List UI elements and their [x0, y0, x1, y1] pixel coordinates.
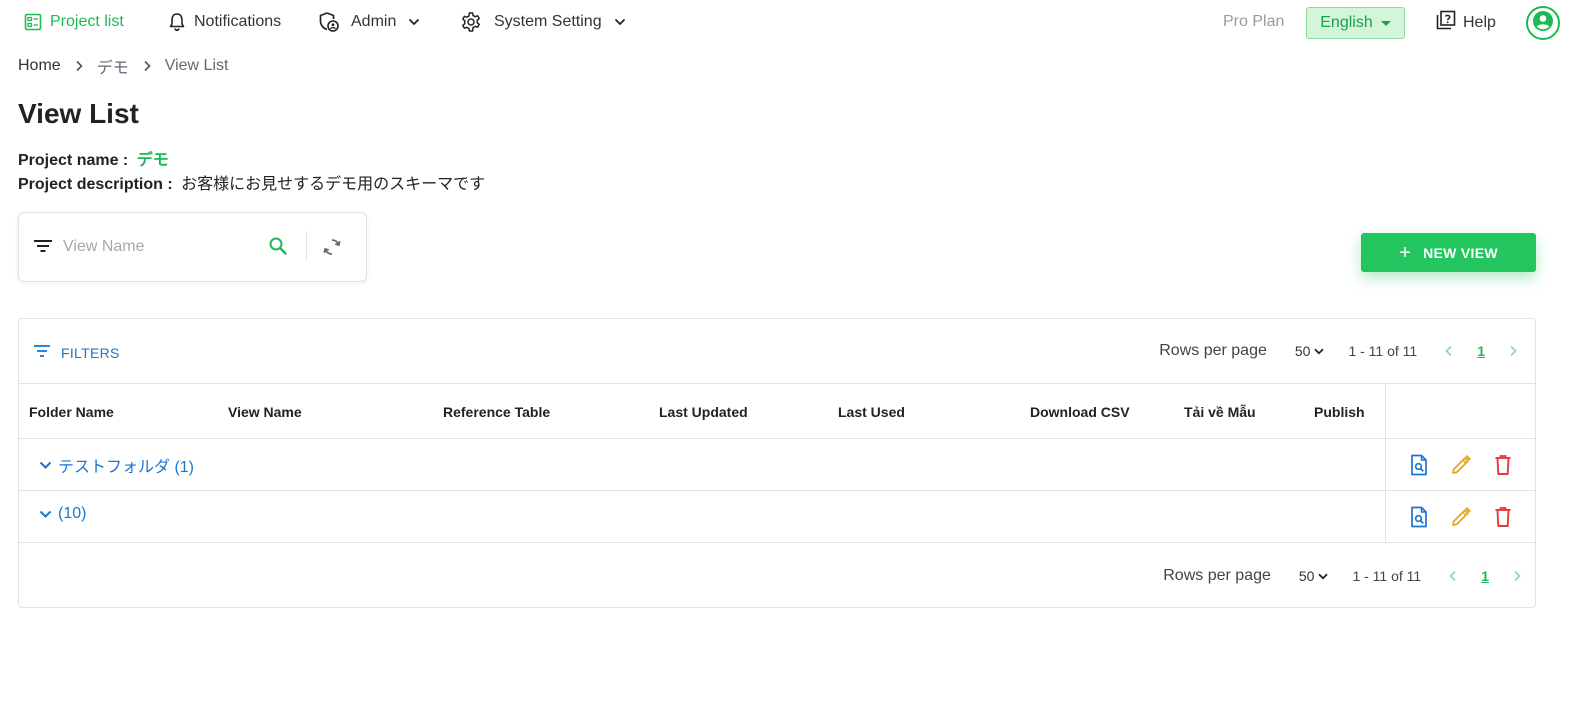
prev-page-icon[interactable] — [1445, 345, 1453, 357]
filter-icon — [33, 344, 51, 361]
pagination-top: Rows per page 50 1 - 11 of 11 1 — [1159, 339, 1517, 363]
edit-icon[interactable] — [1449, 453, 1473, 477]
plan-badge: Pro Plan — [1223, 13, 1285, 30]
nav-notifications[interactable]: Notifications — [168, 10, 281, 34]
prev-page-icon[interactable] — [1449, 570, 1457, 582]
column-header[interactable]: Download CSV — [1030, 404, 1130, 420]
folder-toggle[interactable]: テストフォルダ (1) — [39, 453, 194, 477]
chevron-down-icon — [39, 461, 52, 469]
project-list-icon — [24, 13, 42, 31]
breadcrumb: Home デモ View List — [18, 54, 229, 78]
nav-project-list-label: Project list — [50, 13, 124, 30]
project-name-line: Project name : デモ — [18, 146, 169, 170]
filters-label: FILTERS — [61, 344, 120, 361]
filter-icon — [33, 238, 53, 259]
nav-notifications-label: Notifications — [194, 13, 282, 30]
chevron-down-icon — [1318, 573, 1329, 579]
top-navigation: Project list Notifications Admin System … — [0, 0, 1574, 44]
column-header[interactable]: Reference Table — [443, 404, 550, 420]
filters-button[interactable]: FILTERS — [33, 344, 120, 361]
column-header[interactable]: Folder Name — [29, 404, 114, 420]
breadcrumb-project[interactable]: デモ — [97, 54, 129, 78]
account-circle-icon — [1532, 10, 1554, 37]
nav-project-list[interactable]: Project list — [24, 10, 124, 34]
next-page-icon[interactable] — [1513, 570, 1521, 582]
chevron-right-icon — [143, 60, 151, 72]
rows-per-page-label: Rows per page — [1163, 567, 1271, 584]
page-title: View List — [18, 98, 139, 129]
rows-per-page-value: 50 — [1294, 343, 1311, 359]
views-table-card: FILTERS Rows per page 50 1 - 11 of 11 1 … — [18, 318, 1536, 608]
project-description-label: Project description : — [18, 176, 173, 193]
page-number[interactable]: 1 — [1477, 343, 1485, 359]
new-view-label: NEW VIEW — [1423, 244, 1498, 261]
folder-name: テストフォルダ (1) — [58, 459, 195, 476]
chevron-down-icon — [614, 18, 626, 26]
project-description-line: Project description : お客様にお見せするデモ用のスキーマで… — [18, 170, 485, 194]
plus-icon: + — [1399, 241, 1412, 264]
breadcrumb-home[interactable]: Home — [18, 57, 61, 75]
help-link[interactable]: Help — [1436, 10, 1496, 35]
page-number[interactable]: 1 — [1481, 568, 1489, 584]
table-row: テストフォルダ (1) — [19, 439, 1535, 491]
folder-toggle[interactable]: (10) — [39, 505, 86, 523]
delete-icon[interactable] — [1491, 453, 1515, 477]
nav-system-setting-label: System Setting — [494, 13, 602, 30]
search-icon[interactable] — [268, 236, 288, 261]
view-icon[interactable] — [1407, 505, 1431, 529]
pagination-range: 1 - 11 of 11 — [1348, 343, 1418, 359]
language-select[interactable]: English — [1306, 7, 1405, 39]
help-label: Help — [1463, 13, 1496, 31]
project-name-value: デモ — [136, 152, 169, 169]
view-icon[interactable] — [1407, 453, 1431, 477]
column-header[interactable]: Tải về Mẫu — [1184, 404, 1256, 420]
chevron-down-icon — [1314, 348, 1325, 354]
chevron-down-icon — [408, 18, 420, 26]
caret-down-icon — [1380, 20, 1391, 26]
chevron-down-icon — [39, 510, 52, 518]
new-view-button[interactable]: + NEW VIEW — [1361, 233, 1536, 272]
admin-shield-icon — [318, 11, 340, 33]
pagination-range: 1 - 11 of 11 — [1352, 568, 1422, 584]
search-divider — [306, 231, 307, 261]
next-page-icon[interactable] — [1509, 345, 1517, 357]
breadcrumb-current: View List — [164, 57, 229, 74]
pagination-bottom: Rows per page 50 1 - 11 of 11 1 — [1163, 564, 1521, 588]
nav-admin[interactable]: Admin — [318, 10, 420, 34]
rows-per-page-label: Rows per page — [1159, 342, 1267, 359]
language-label: English — [1320, 14, 1373, 31]
folder-name: (10) — [58, 505, 87, 522]
bell-icon — [168, 12, 186, 32]
gear-icon — [460, 11, 482, 33]
table-header: Folder Name View Name Reference Table La… — [19, 383, 1535, 439]
search-card — [18, 212, 367, 282]
view-name-search-input[interactable] — [63, 233, 263, 261]
project-name-label: Project name : — [18, 152, 129, 169]
column-header[interactable]: Last Used — [838, 404, 905, 420]
column-header[interactable]: View Name — [228, 404, 302, 420]
project-description-value: お客様にお見せするデモ用のスキーマです — [181, 176, 486, 193]
rows-per-page-value: 50 — [1298, 568, 1315, 584]
user-avatar[interactable] — [1526, 6, 1560, 40]
nav-admin-label: Admin — [351, 13, 397, 30]
refresh-icon[interactable] — [321, 236, 343, 263]
column-header[interactable]: Last Updated — [659, 404, 748, 420]
chevron-right-icon — [75, 60, 83, 72]
table-row: (10) — [19, 491, 1535, 543]
nav-system-setting[interactable]: System Setting — [460, 10, 626, 34]
delete-icon[interactable] — [1491, 505, 1515, 529]
help-icon — [1436, 10, 1456, 35]
rows-per-page-select[interactable]: 50 — [1295, 343, 1325, 359]
column-header[interactable]: Publish — [1314, 404, 1365, 420]
edit-icon[interactable] — [1449, 505, 1473, 529]
rows-per-page-select[interactable]: 50 — [1299, 568, 1329, 584]
